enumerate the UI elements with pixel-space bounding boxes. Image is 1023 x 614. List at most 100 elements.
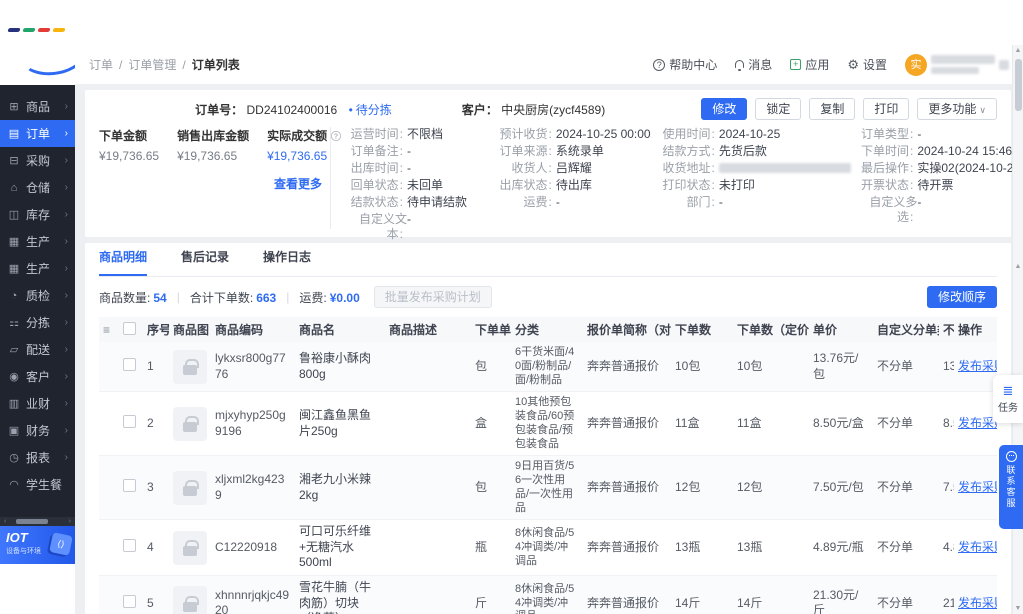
publish-purchase-plan-link[interactable]: 发布采购计划 <box>958 480 997 494</box>
sidebar-item-orders[interactable]: ▤ 订单 › <box>0 120 75 147</box>
publish-purchase-plan-link[interactable]: 发布采购计划 <box>958 359 997 373</box>
iot-banner[interactable]: IOT 设备与环境 ⟨⟩ <box>0 526 75 564</box>
product-desc <box>385 575 471 614</box>
scrollbar-thumb[interactable] <box>1015 59 1022 111</box>
tax-price-truncated: 7.5 <box>939 455 954 521</box>
brand-logo <box>7 28 66 32</box>
sidebar-item-customers[interactable]: ◉ 客户 › <box>0 363 75 390</box>
modify-sort-button[interactable]: 修改顺序 <box>926 286 997 308</box>
iot-cube-icon: ⟨⟩ <box>49 532 73 556</box>
sidebar-item-label: 订单 <box>26 127 51 141</box>
sidebar-item-quality[interactable]: ◔ 质检 › <box>0 282 75 309</box>
sidebar-item-student-meal[interactable]: ◠ 学生餐 <box>0 471 75 498</box>
row-checkbox[interactable] <box>123 538 136 552</box>
breadcrumb-order-management[interactable]: 订单管理 <box>128 56 176 73</box>
product-image-locked <box>173 586 207 614</box>
split-type: 不分单 <box>873 342 939 393</box>
row-checkbox[interactable] <box>123 594 136 608</box>
table-row: 5 xhnnnrjqkjc4920 雪花牛腩（牛肉筋）切块（净菜） 斤 8休闲食… <box>99 575 997 614</box>
order-qty-price-unit: 12包 <box>733 455 809 521</box>
order-field: 部门- <box>653 195 851 210</box>
scrollbar-thumb[interactable] <box>16 519 49 524</box>
row-checkbox[interactable] <box>123 478 136 492</box>
scroll-left-icon[interactable]: ‹ <box>4 517 6 526</box>
sidebar-item-label: 业财 <box>26 397 51 411</box>
quote-name: 奔奔普通报价 <box>583 519 671 577</box>
product-image-locked <box>173 470 207 505</box>
tab[interactable]: 商品明细 <box>99 248 148 276</box>
sidebar-horizontal-scrollbar[interactable]: ‹ › <box>0 517 75 526</box>
product-image-locked <box>173 406 207 441</box>
sidebar-item-delivery[interactable]: ▱ 配送 › <box>0 336 75 363</box>
order-unit: 包 <box>471 342 511 393</box>
sidebar-item-label: 库存 <box>26 208 51 222</box>
publish-purchase-plan-link[interactable]: 发布采购计划 <box>958 416 997 430</box>
sidebar-item-products[interactable]: ⊞ 商品 › <box>0 93 75 120</box>
more-functions-button[interactable]: 更多功能 ∨ <box>917 98 997 120</box>
chevron-right-icon: › <box>64 182 68 193</box>
contact-service-widget[interactable]: 联系客服 <box>999 445 1023 529</box>
sidebar-item-label: 生产 <box>26 235 51 249</box>
sidebar-item-icon: ⊟ <box>9 155 19 167</box>
modify-button[interactable]: 修改 <box>701 98 748 120</box>
publish-purchase-plan-link[interactable]: 发布采购计划 <box>958 596 997 610</box>
apps-button[interactable]: + 应用 <box>790 56 829 73</box>
sidebar-item-icon: ⌂ <box>10 181 18 194</box>
product-category: 9日用百货/56一次性用品/一次性用品 <box>511 455 583 521</box>
product-code: xhnnnrjqkjc4920 <box>211 575 295 614</box>
drag-handle-icon[interactable]: ≡ <box>103 323 110 337</box>
product-desc <box>385 455 471 521</box>
order-field: 结款状态待申请结款 <box>341 195 490 210</box>
sidebar-item-warehouse[interactable]: ⌂ 仓储 › <box>0 174 75 201</box>
quote-name: 奔奔普通报价 <box>583 575 671 614</box>
quote-name: 奔奔普通报价 <box>583 455 671 521</box>
row-checkbox[interactable] <box>123 414 136 428</box>
sidebar-item-icon: ◠ <box>9 479 19 491</box>
sidebar-item-icon: ⊞ <box>9 101 19 113</box>
order-field: 运费- <box>490 195 653 210</box>
lock-button[interactable]: 锁定 <box>755 98 802 120</box>
sidebar-item-production-2[interactable]: ▦ 生产 › <box>0 255 75 282</box>
print-button[interactable]: 打印 <box>863 98 910 120</box>
sidebar-item-business-finance[interactable]: ▥ 业财 › <box>0 390 75 417</box>
sidebar-item-finance[interactable]: ▣ 财务 › <box>0 417 75 444</box>
chevron-right-icon: › <box>64 263 68 274</box>
sidebar-item-icon: ▣ <box>8 425 20 437</box>
sidebar-item-inventory[interactable]: ◫ 库存 › <box>0 201 75 228</box>
copy-button[interactable]: 复制 <box>809 98 856 120</box>
sidebar-item-reports[interactable]: ◷ 报表 › <box>0 444 75 471</box>
sidebar: ⊞ 商品 › ▤ 订单 › ⊟ 采购 › ⌂ 仓储 › ◫ 库存 › ▦ 生产 … <box>0 85 75 517</box>
sidebar-item-purchase[interactable]: ⊟ 采购 › <box>0 147 75 174</box>
messages-button[interactable]: 消息 <box>735 56 772 73</box>
sidebar-item-production-1[interactable]: ▦ 生产 › <box>0 228 75 255</box>
freight: 运费: ¥0.00 <box>299 290 360 305</box>
publish-purchase-plan-link[interactable]: 发布采购计划 <box>958 540 997 554</box>
sidebar-item-sorting[interactable]: ⚏ 分拣 › <box>0 309 75 336</box>
order-field: 订单类型- <box>851 127 1023 142</box>
view-more-link[interactable]: 查看更多 <box>99 175 322 192</box>
order-qty-price-unit: 13瓶 <box>733 519 809 577</box>
sidebar-item-label: 质检 <box>26 289 51 303</box>
row-seq: 4 <box>143 519 169 577</box>
product-count: 商品数量: 54 <box>99 290 167 305</box>
row-checkbox[interactable] <box>123 357 136 371</box>
scroll-up-icon[interactable]: ▲ <box>1013 47 1023 54</box>
collapse-icon[interactable] <box>999 59 1009 70</box>
breadcrumb-orders[interactable]: 订单 <box>89 56 113 73</box>
sidebar-item-icon: ▦ <box>8 236 20 248</box>
stat-block: 下单金额 ¥19,736.65 <box>99 129 160 163</box>
scroll-down-icon[interactable]: ▼ <box>1013 605 1023 612</box>
scroll-right-icon[interactable]: › <box>69 517 71 526</box>
scroll-up-icon[interactable]: ▲ <box>1013 263 1023 270</box>
settings-button[interactable]: ⚙ 设置 <box>847 56 887 73</box>
tab[interactable]: 售后记录 <box>181 248 229 276</box>
unit-price: 7.50元/包 <box>809 455 873 521</box>
help-center-button[interactable]: 帮助中心 <box>653 56 717 73</box>
order-qty-price-unit: 10包 <box>733 342 809 393</box>
user-menu[interactable]: 实 <box>905 53 1009 76</box>
tab[interactable]: 操作日志 <box>263 248 311 276</box>
select-all-checkbox[interactable] <box>123 321 136 335</box>
task-widget[interactable]: ≣ 任务 <box>993 375 1023 423</box>
batch-publish-purchase-plan-button[interactable]: 批量发布采购计划 <box>373 286 492 308</box>
chevron-right-icon: › <box>64 236 68 247</box>
